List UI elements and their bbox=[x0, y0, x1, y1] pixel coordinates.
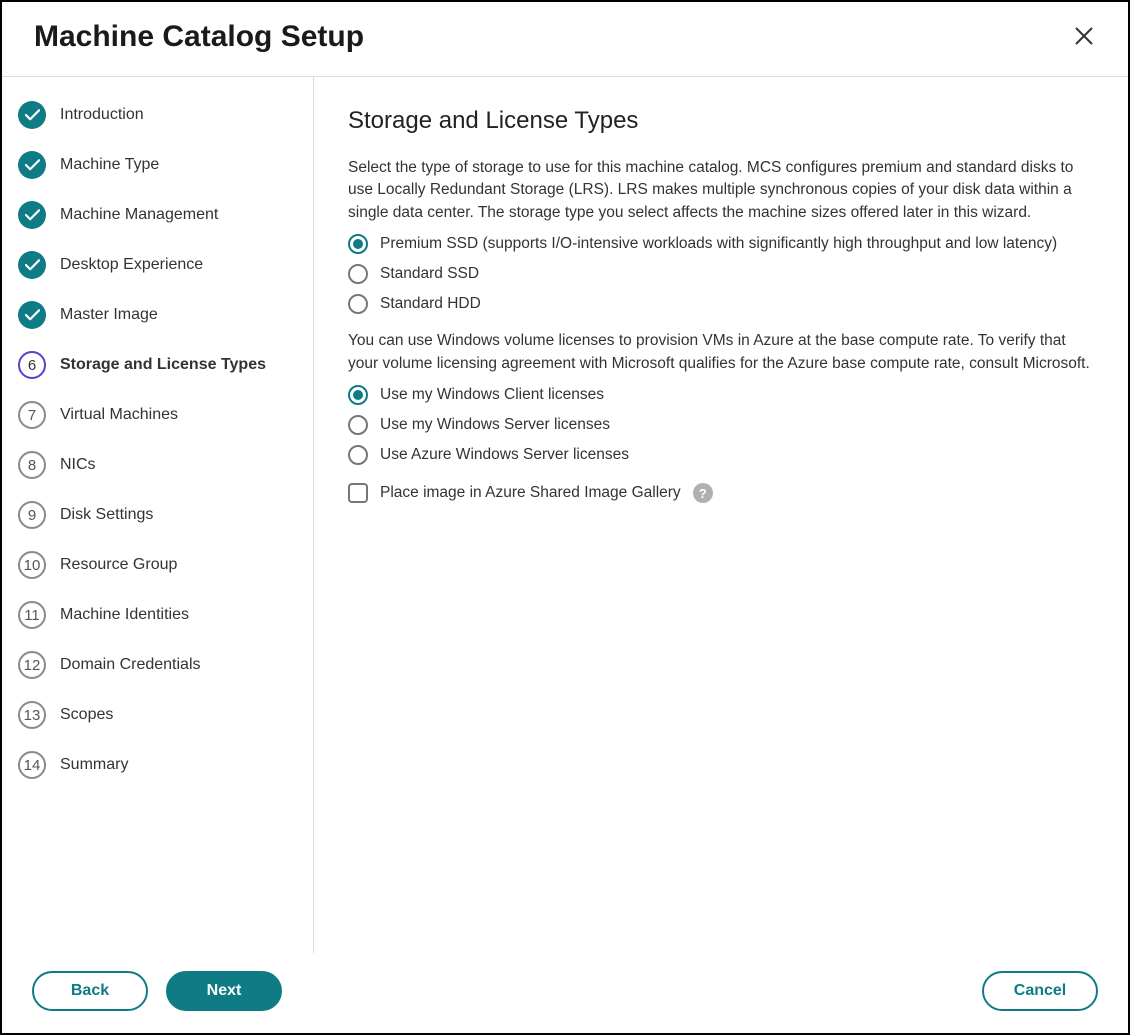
wizard-step[interactable]: 8 NICs bbox=[18, 451, 297, 479]
radio-label: Use Azure Windows Server licenses bbox=[380, 446, 629, 464]
storage-intro-text: Select the type of storage to use for th… bbox=[348, 157, 1094, 224]
license-option[interactable]: Use Azure Windows Server licenses bbox=[348, 445, 1094, 465]
wizard-step[interactable]: Machine Management bbox=[18, 201, 297, 229]
step-label: Desktop Experience bbox=[60, 256, 203, 274]
step-label: Disk Settings bbox=[60, 506, 153, 524]
wizard-step[interactable]: 9 Disk Settings bbox=[18, 501, 297, 529]
radio-label: Use my Windows Server licenses bbox=[380, 416, 610, 434]
wizard-steps-sidebar: Introduction Machine Type Machine Manageme… bbox=[2, 77, 314, 953]
help-icon[interactable]: ? bbox=[693, 483, 713, 503]
content-heading: Storage and License Types bbox=[348, 107, 1094, 135]
step-number-icon: 13 bbox=[18, 701, 46, 729]
step-label: Virtual Machines bbox=[60, 406, 178, 424]
radio-button[interactable] bbox=[348, 415, 368, 435]
close-button[interactable] bbox=[1068, 24, 1100, 50]
check-icon bbox=[18, 201, 46, 229]
step-label: NICs bbox=[60, 456, 96, 474]
shared-image-gallery-checkbox[interactable] bbox=[348, 483, 368, 503]
license-type-radio-group: Use my Windows Client licenses Use my Win… bbox=[348, 385, 1094, 465]
step-label: Summary bbox=[60, 756, 128, 774]
wizard-step[interactable]: 12 Domain Credentials bbox=[18, 651, 297, 679]
step-number-icon: 6 bbox=[18, 351, 46, 379]
storage-option[interactable]: Standard SSD bbox=[348, 264, 1094, 284]
radio-label: Standard SSD bbox=[380, 265, 479, 283]
dialog-header: Machine Catalog Setup bbox=[2, 2, 1128, 77]
license-option[interactable]: Use my Windows Server licenses bbox=[348, 415, 1094, 435]
shared-image-gallery-checkbox-row[interactable]: Place image in Azure Shared Image Galler… bbox=[348, 483, 1094, 503]
wizard-step[interactable]: 13 Scopes bbox=[18, 701, 297, 729]
step-number-icon: 7 bbox=[18, 401, 46, 429]
check-icon bbox=[18, 151, 46, 179]
step-number-icon: 12 bbox=[18, 651, 46, 679]
wizard-step[interactable]: 6 Storage and License Types bbox=[18, 351, 297, 379]
step-label: Domain Credentials bbox=[60, 656, 201, 674]
step-number-icon: 11 bbox=[18, 601, 46, 629]
radio-label: Standard HDD bbox=[380, 295, 481, 313]
shared-image-gallery-label: Place image in Azure Shared Image Galler… bbox=[380, 484, 681, 502]
dialog-title: Machine Catalog Setup bbox=[34, 20, 364, 54]
storage-type-radio-group: Premium SSD (supports I/O-intensive work… bbox=[348, 234, 1094, 314]
check-icon bbox=[18, 251, 46, 279]
radio-button[interactable] bbox=[348, 294, 368, 314]
wizard-content: Storage and License Types Select the typ… bbox=[314, 77, 1128, 953]
step-label: Machine Management bbox=[60, 206, 218, 224]
check-icon bbox=[18, 301, 46, 329]
dialog-body: Introduction Machine Type Machine Manageme… bbox=[2, 77, 1128, 953]
wizard-step[interactable]: Desktop Experience bbox=[18, 251, 297, 279]
wizard-step[interactable]: Machine Type bbox=[18, 151, 297, 179]
check-icon bbox=[18, 101, 46, 129]
radio-button[interactable] bbox=[348, 385, 368, 405]
step-label: Scopes bbox=[60, 706, 113, 724]
wizard-step[interactable]: 7 Virtual Machines bbox=[18, 401, 297, 429]
step-label: Introduction bbox=[60, 106, 144, 124]
step-label: Machine Identities bbox=[60, 606, 189, 624]
cancel-button[interactable]: Cancel bbox=[982, 971, 1098, 1011]
wizard-step[interactable]: 14 Summary bbox=[18, 751, 297, 779]
radio-button[interactable] bbox=[348, 445, 368, 465]
radio-button[interactable] bbox=[348, 264, 368, 284]
close-icon bbox=[1074, 26, 1094, 46]
wizard-step[interactable]: 10 Resource Group bbox=[18, 551, 297, 579]
footer-left-buttons: Back Next bbox=[32, 971, 282, 1011]
license-intro-text: You can use Windows volume licenses to p… bbox=[348, 330, 1094, 375]
step-label: Master Image bbox=[60, 306, 158, 324]
step-label: Machine Type bbox=[60, 156, 159, 174]
step-number-icon: 10 bbox=[18, 551, 46, 579]
radio-label: Use my Windows Client licenses bbox=[380, 386, 604, 404]
step-number-icon: 8 bbox=[18, 451, 46, 479]
wizard-step[interactable]: Master Image bbox=[18, 301, 297, 329]
back-button[interactable]: Back bbox=[32, 971, 148, 1011]
license-option[interactable]: Use my Windows Client licenses bbox=[348, 385, 1094, 405]
wizard-step[interactable]: Introduction bbox=[18, 101, 297, 129]
step-number-icon: 9 bbox=[18, 501, 46, 529]
radio-label: Premium SSD (supports I/O-intensive work… bbox=[380, 235, 1057, 253]
step-label: Storage and License Types bbox=[60, 356, 266, 374]
step-label: Resource Group bbox=[60, 556, 177, 574]
wizard-step[interactable]: 11 Machine Identities bbox=[18, 601, 297, 629]
step-number-icon: 14 bbox=[18, 751, 46, 779]
dialog-footer: Back Next Cancel bbox=[2, 953, 1128, 1033]
next-button[interactable]: Next bbox=[166, 971, 282, 1011]
storage-option[interactable]: Premium SSD (supports I/O-intensive work… bbox=[348, 234, 1094, 254]
storage-option[interactable]: Standard HDD bbox=[348, 294, 1094, 314]
radio-button[interactable] bbox=[348, 234, 368, 254]
